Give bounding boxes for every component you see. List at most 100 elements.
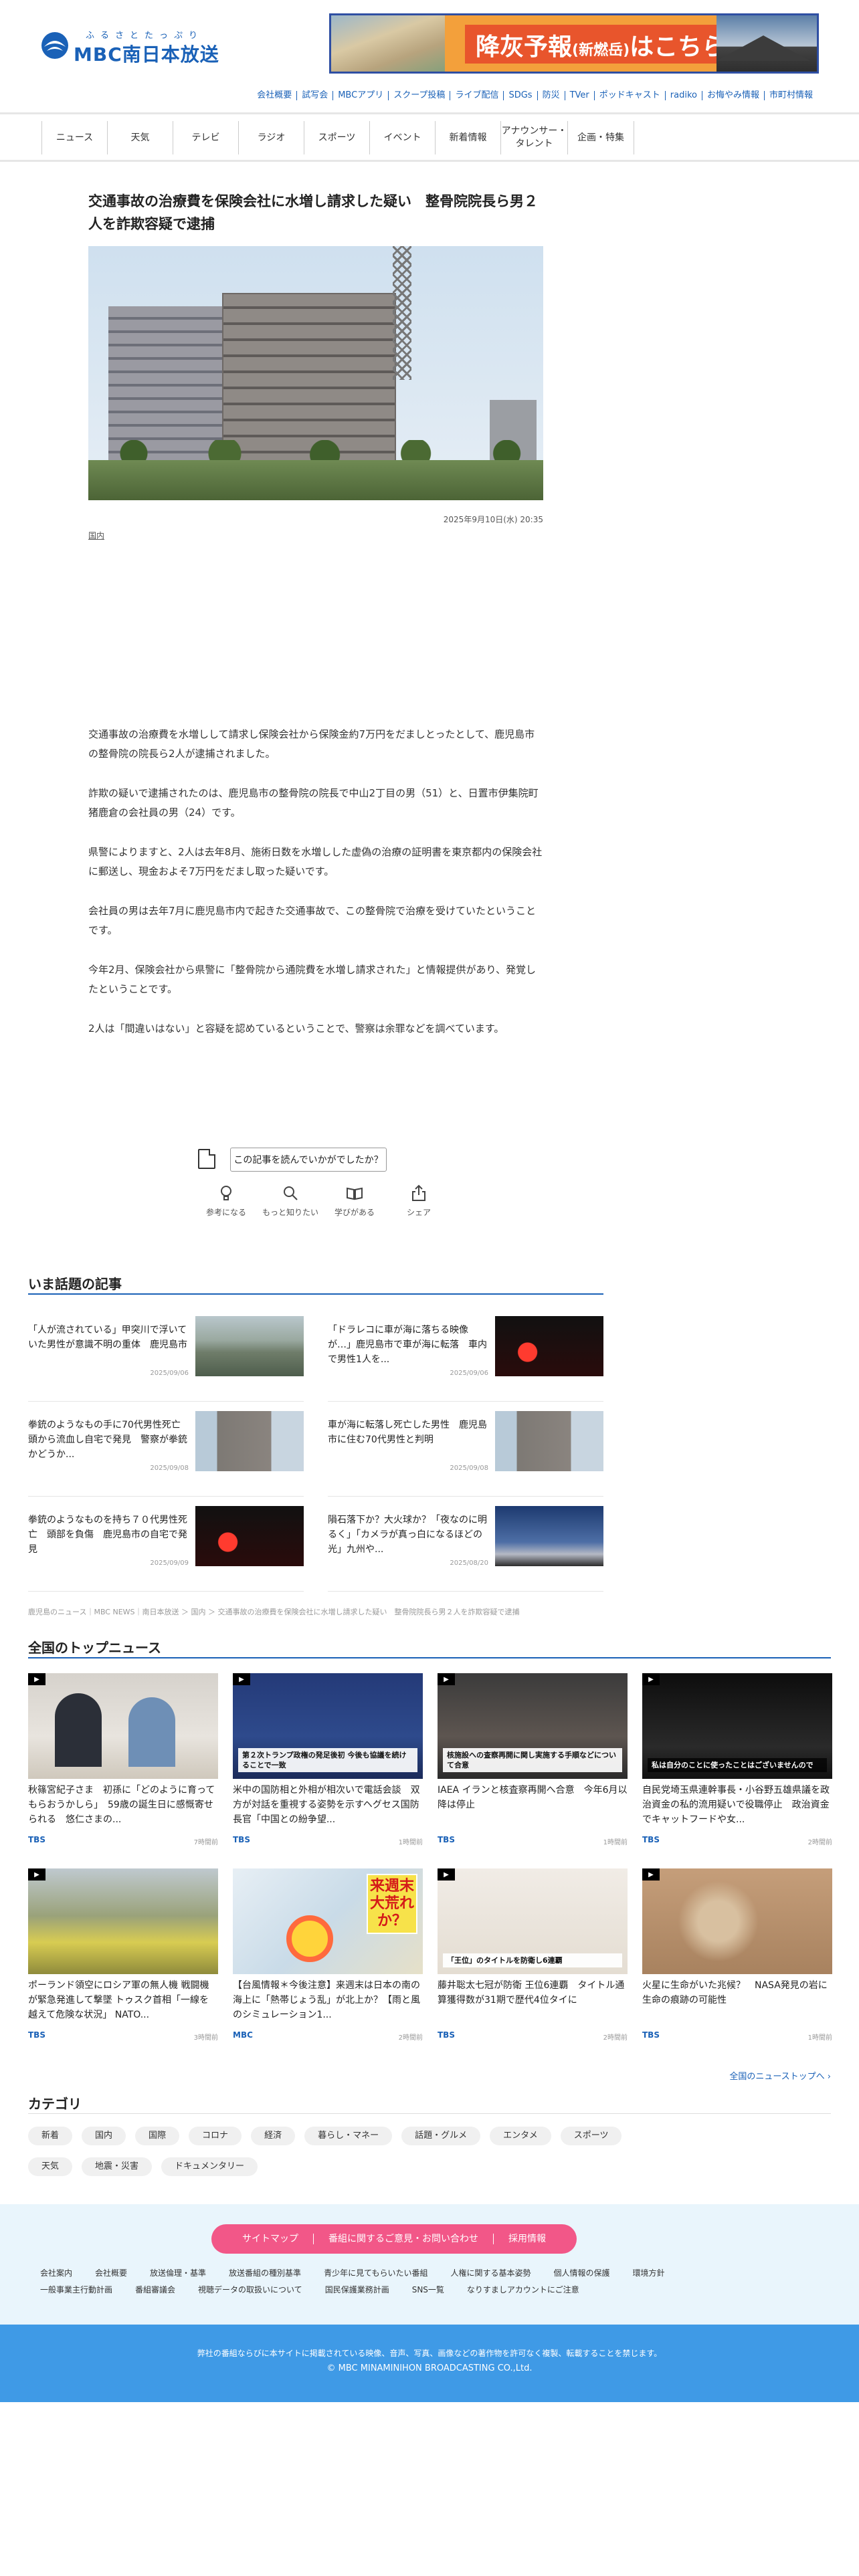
utility-link[interactable]: ポッドキャスト [593, 91, 665, 100]
top-news-card[interactable]: 来週末 大荒れか？ 【台風情報＊今後注意】来週末は日本の南の海上に「熱帯じょう乱… [233, 1868, 423, 2062]
article-title: 交通事故の治療費を保険会社に水増し請求した疑い 整骨院院長ら男２人を詐欺容疑で逮… [88, 193, 538, 232]
logo-kana: ふるさとたっぷり [86, 31, 204, 41]
reaction-share-button[interactable]: シェア [387, 1184, 451, 1218]
footer-link[interactable]: 会社案内 [40, 2267, 72, 2278]
reaction-learned-button[interactable]: 学びがある [322, 1184, 387, 1218]
article-category-link[interactable]: 国内 [88, 530, 104, 541]
reaction-want-more-button[interactable]: もっと知りたい [258, 1184, 322, 1218]
top-news-card[interactable]: ▶ 秋篠宮紀子さま 初孫に「どのように育ってもらおうかしら」 59歳の誕生日に感… [28, 1673, 218, 1867]
news-time: 2時間前 [603, 2034, 628, 2042]
hot-article-item[interactable]: 「人が流されている」甲突川で浮いていた男性が意識不明の重体 鹿児島市 2025/… [28, 1316, 304, 1402]
top-news-card[interactable]: ▶ 核施設への査察再開に関し実施する手順などについて合意 IAEA イランと核査察… [438, 1673, 628, 1867]
category-chip[interactable]: コロナ [189, 2127, 242, 2145]
nav-item-tv[interactable]: テレビ [173, 121, 238, 154]
footer-link[interactable]: SNS一覧 [412, 2284, 444, 2295]
hot-article-item[interactable]: 拳銃のようなものを持ち７０代男性死亡 頭部を負傷 鹿児島市の自宅で発見 2025… [28, 1506, 304, 1592]
ash-forecast-banner[interactable]: 降灰予報(新燃岳)はこちら [329, 13, 819, 74]
hot-article-title: 「人が流されている」甲突川で浮いていた男性が意識不明の重体 鹿児島市 [28, 1325, 187, 1350]
lightbulb-icon [221, 1186, 231, 1200]
news-time: 2時間前 [398, 2034, 423, 2042]
site-logo[interactable]: ふるさとたっぷり MBC南日本放送 [39, 23, 219, 66]
nav-item-features[interactable]: 企画・特集 [567, 121, 634, 154]
utility-link[interactable]: お悔やみ情報 [701, 91, 764, 100]
hot-article-thumbnail [195, 1316, 304, 1376]
video-play-icon: ▶ [438, 1868, 455, 1881]
nav-item-announcers[interactable]: アナウンサー・タレント [500, 121, 567, 154]
footer-link[interactable]: 人権に関する基本姿勢 [450, 2267, 531, 2278]
footer-link[interactable]: 個人情報の保護 [553, 2267, 609, 2278]
news-source: MBC [233, 2030, 253, 2040]
hot-topics-title: いま話題の記事 [28, 1276, 122, 1292]
footer-link[interactable]: 放送番組の種別基準 [229, 2267, 301, 2278]
top-news-rule [28, 1657, 831, 1658]
category-chip[interactable]: 国際 [135, 2127, 180, 2145]
footer-link[interactable]: 放送倫理・基準 [150, 2267, 206, 2278]
utility-link[interactable]: 市町村情報 [763, 91, 818, 100]
nav-item-radio[interactable]: ラジオ [238, 121, 304, 154]
footer-link[interactable]: 国民保護業務計画 [325, 2284, 389, 2295]
article-survey: この記事を読んでいかがでしたか？ [198, 1148, 432, 1172]
more-news-link[interactable]: 全国のニューストップへ › [729, 2069, 831, 2082]
category-chip[interactable]: 暮らし・マネー [304, 2127, 393, 2145]
footer-link[interactable]: 環境方針 [633, 2267, 665, 2278]
copyright-text: © MBC MINAMINIHON BROADCASTING CO.,Ltd. [326, 2363, 533, 2373]
footer-link[interactable]: 一般事業主行動計画 [40, 2284, 112, 2295]
recruit-button[interactable]: 採用情報 [493, 2234, 561, 2244]
top-news-card[interactable]: ▶ 「王位」のタイトルを防衛し6連覇 藤井聡太七冠が防衛 王位6連覇 タイトル通算… [438, 1868, 628, 2062]
hot-article-item[interactable]: 車が海に転落し死亡した男性 鹿児島市に住む70代男性と判明 2025/09/08 [328, 1411, 603, 1497]
nav-item-latest[interactable]: 新着情報 [435, 121, 500, 154]
footer-link[interactable]: 会社概要 [95, 2267, 127, 2278]
top-news-card[interactable]: ▶ 私は自分のことに使ったことはございませんので 自民党埼玉県連幹事長・小谷野五雄… [642, 1673, 832, 1867]
utility-link[interactable]: スクープ投稿 [388, 91, 450, 100]
category-chip[interactable]: 新着 [28, 2127, 73, 2145]
nav-item-news[interactable]: ニュース [41, 121, 107, 154]
nav-item-events[interactable]: イベント [369, 121, 435, 154]
news-time: 2時間前 [807, 1839, 832, 1846]
footer-link[interactable]: 青少年に見てもらいたい番組 [324, 2267, 427, 2278]
hot-article-date: 2025/09/06 [450, 1370, 488, 1377]
footer-link[interactable]: なりすましアカウントにご注意 [467, 2284, 579, 2295]
news-source: TBS [642, 1835, 660, 1844]
utility-link[interactable]: MBCアプリ [332, 91, 388, 100]
breadcrumb[interactable]: 鹿児島のニュース｜MBC NEWS｜南日本放送 ＞ 国内 ＞ 交通事故の治療費を… [28, 1606, 520, 1617]
utility-link[interactable]: radiko [664, 91, 702, 100]
category-chip[interactable]: ドキュメンタリー [161, 2157, 258, 2176]
banner-main: 降灰予報 [476, 33, 573, 61]
contact-button[interactable]: 番組に関するご意見・お問い合わせ [313, 2234, 493, 2244]
top-news-card[interactable]: ▶ 第２次トランプ政権の発足後初 今後も協議を続けることで一致 米中の国防相と外相… [233, 1673, 423, 1867]
nav-item-weather[interactable]: 天気 [107, 121, 173, 154]
top-news-card[interactable]: ▶ ポーランド領空にロシア軍の無人機 戦闘機が緊急発進して撃墜 トゥスク首相「一… [28, 1868, 218, 2062]
footer-link[interactable]: 視聴データの取扱いについて [198, 2284, 302, 2295]
utility-link[interactable]: SDGs [503, 91, 537, 100]
category-chip[interactable]: 天気 [28, 2157, 73, 2176]
article-body: 交通事故の治療費を水増しして請求し保険会社から保険金約7万円をだましとったとして… [88, 725, 543, 1059]
hot-article-title: 車が海に転落し死亡した男性 鹿児島市に住む70代男性と判明 [328, 1420, 487, 1445]
reaction-label: 参考になる [205, 1208, 246, 1217]
news-time: 7時間前 [193, 1839, 218, 1846]
utility-link[interactable]: 会社概要 [252, 91, 296, 100]
category-chip[interactable]: 経済 [251, 2127, 296, 2145]
category-chip[interactable]: スポーツ [560, 2127, 622, 2145]
hot-article-thumbnail [495, 1411, 603, 1471]
video-play-icon: ▶ [642, 1868, 660, 1881]
reaction-helpful-button[interactable]: 参考になる [194, 1184, 258, 1218]
hot-article-title: 「ドラレコに車が海に落ちる映像が…」鹿児島市で車が海に転落 車内で男性1人を..… [328, 1325, 487, 1365]
category-chip[interactable]: 話題・グルメ [401, 2127, 481, 2145]
category-chip[interactable]: 国内 [82, 2127, 126, 2145]
utility-link[interactable]: ライブ配信 [450, 91, 503, 100]
survey-button[interactable]: この記事を読んでいかがでしたか？ [230, 1148, 387, 1172]
category-chip[interactable]: 地震・災害 [82, 2157, 153, 2176]
news-source: TBS [233, 1835, 250, 1844]
utility-link[interactable]: TVer [564, 91, 594, 100]
footer-link[interactable]: 番組審議会 [135, 2284, 175, 2295]
category-chip[interactable]: エンタメ [490, 2127, 551, 2145]
hot-article-item[interactable]: 拳銃のようなもの手に70代男性死亡 頭から流血し自宅で発見 警察が拳銃かどうか.… [28, 1411, 304, 1497]
nav-item-sports[interactable]: スポーツ [304, 121, 369, 154]
hot-article-item[interactable]: 隕石落下か？大火球か？「夜なのに明るく」「カメラが真っ白になるほどの光」九州や.… [328, 1506, 603, 1592]
top-news-card[interactable]: ▶ 火星に生命がいた兆候？ NASA発見の岩に生命の痕跡の可能性 TBS 1時間… [642, 1868, 832, 2062]
utility-link[interactable]: 試写会 [296, 91, 332, 100]
news-time: 1時間前 [807, 2034, 832, 2042]
hot-article-item[interactable]: 「ドラレコに車が海に落ちる映像が…」鹿児島市で車が海に転落 車内で男性1人を..… [328, 1316, 603, 1402]
sitemap-button[interactable]: サイトマップ [227, 2234, 313, 2244]
utility-link[interactable]: 防災 [537, 91, 565, 100]
